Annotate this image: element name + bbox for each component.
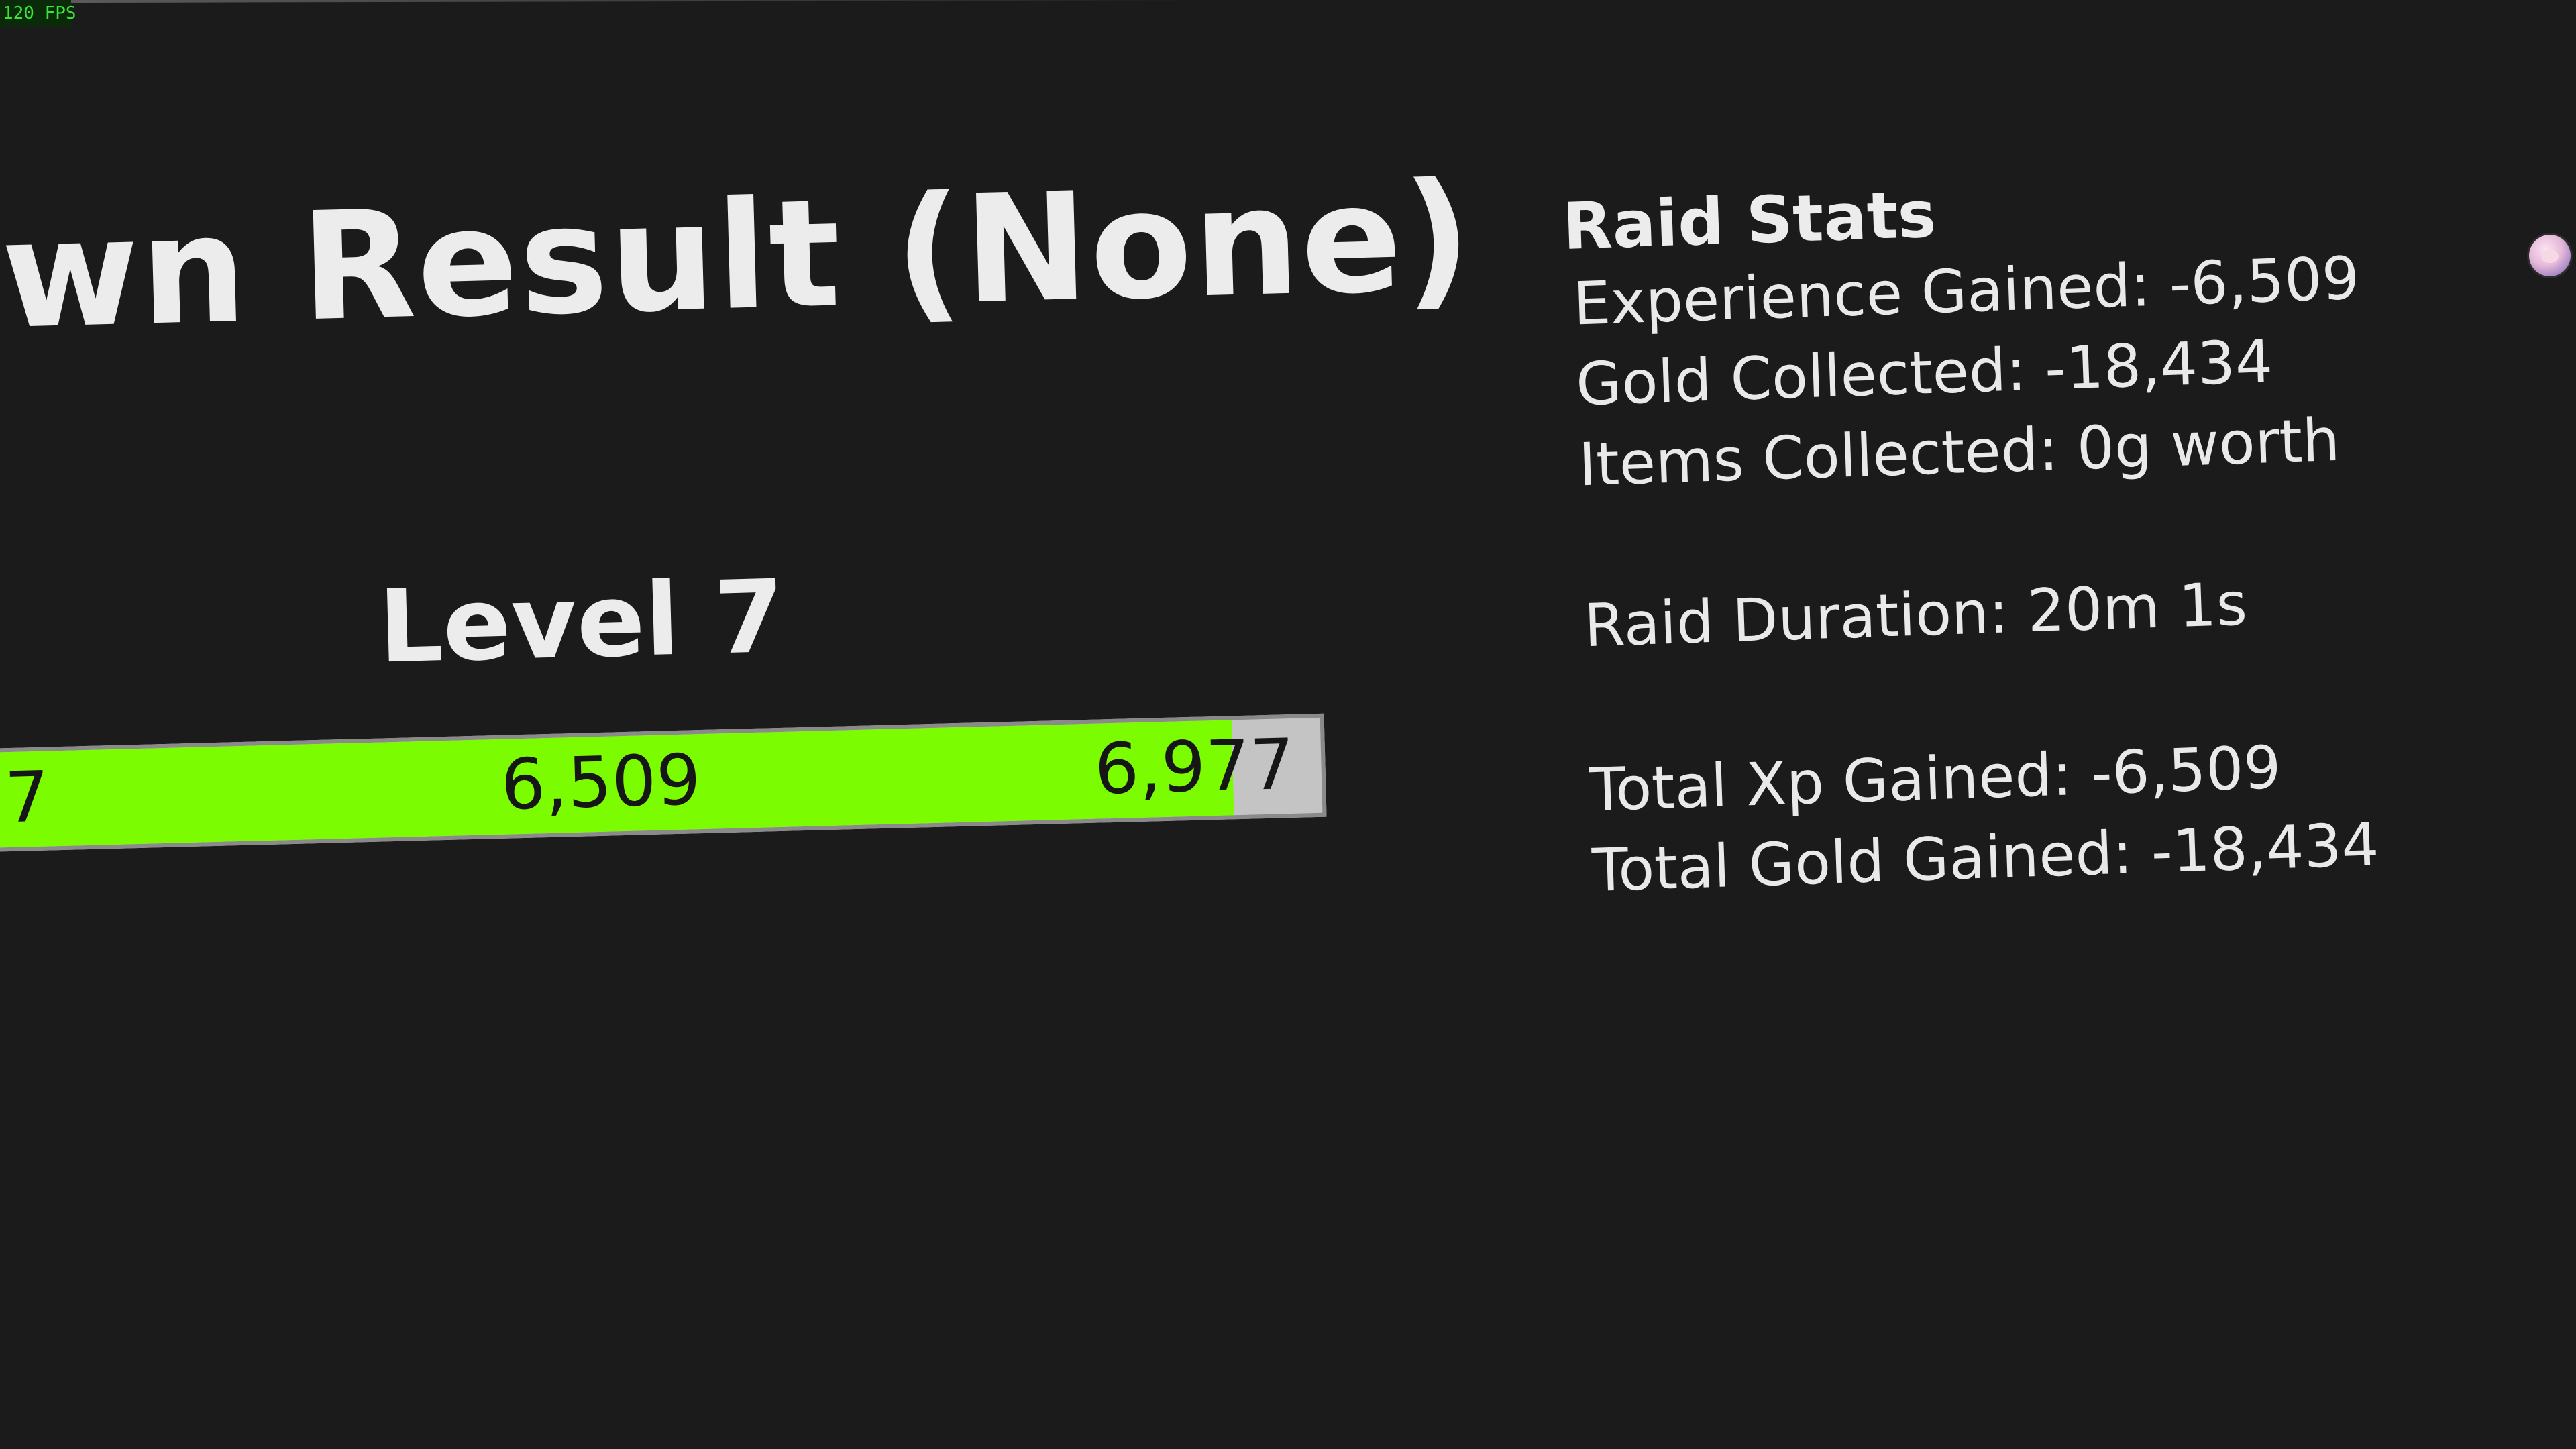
experience-bar-min-label: 7 [3, 755, 50, 839]
raid-result-panel: own Result (None) Level 7 7 6,509 6,977 [0, 0, 1567, 939]
user-avatar-icon[interactable] [2529, 235, 2571, 276]
raid-stats-title: Raid Stats [1561, 176, 1937, 264]
raid-stats-panel: Raid Stats Experience Gained: -6,509 Gol… [1562, 166, 2458, 932]
gold-collected-stat: Gold Collected: -18,434 [1574, 327, 2274, 419]
total-gold-gained-stat: Total Gold Gained: -18,434 [1591, 810, 2380, 906]
level-label: Level 7 [377, 558, 786, 686]
experience-bar: 7 6,509 6,977 [0, 713, 1327, 852]
experience-bar-max-label: 6,977 [1093, 722, 1296, 810]
total-xp-gained-stat: Total Xp Gained: -6,509 [1588, 732, 2282, 825]
items-collected-stat: Items Collected: 0g worth [1577, 405, 2341, 500]
raid-duration-stat: Raid Duration: 20m 1s [1582, 569, 2249, 661]
experience-gained-stat: Experience Gained: -6,509 [1572, 243, 2361, 339]
experience-bar-current-label: 6,509 [500, 739, 702, 826]
raid-result-title: own Result (None) [0, 150, 1475, 366]
